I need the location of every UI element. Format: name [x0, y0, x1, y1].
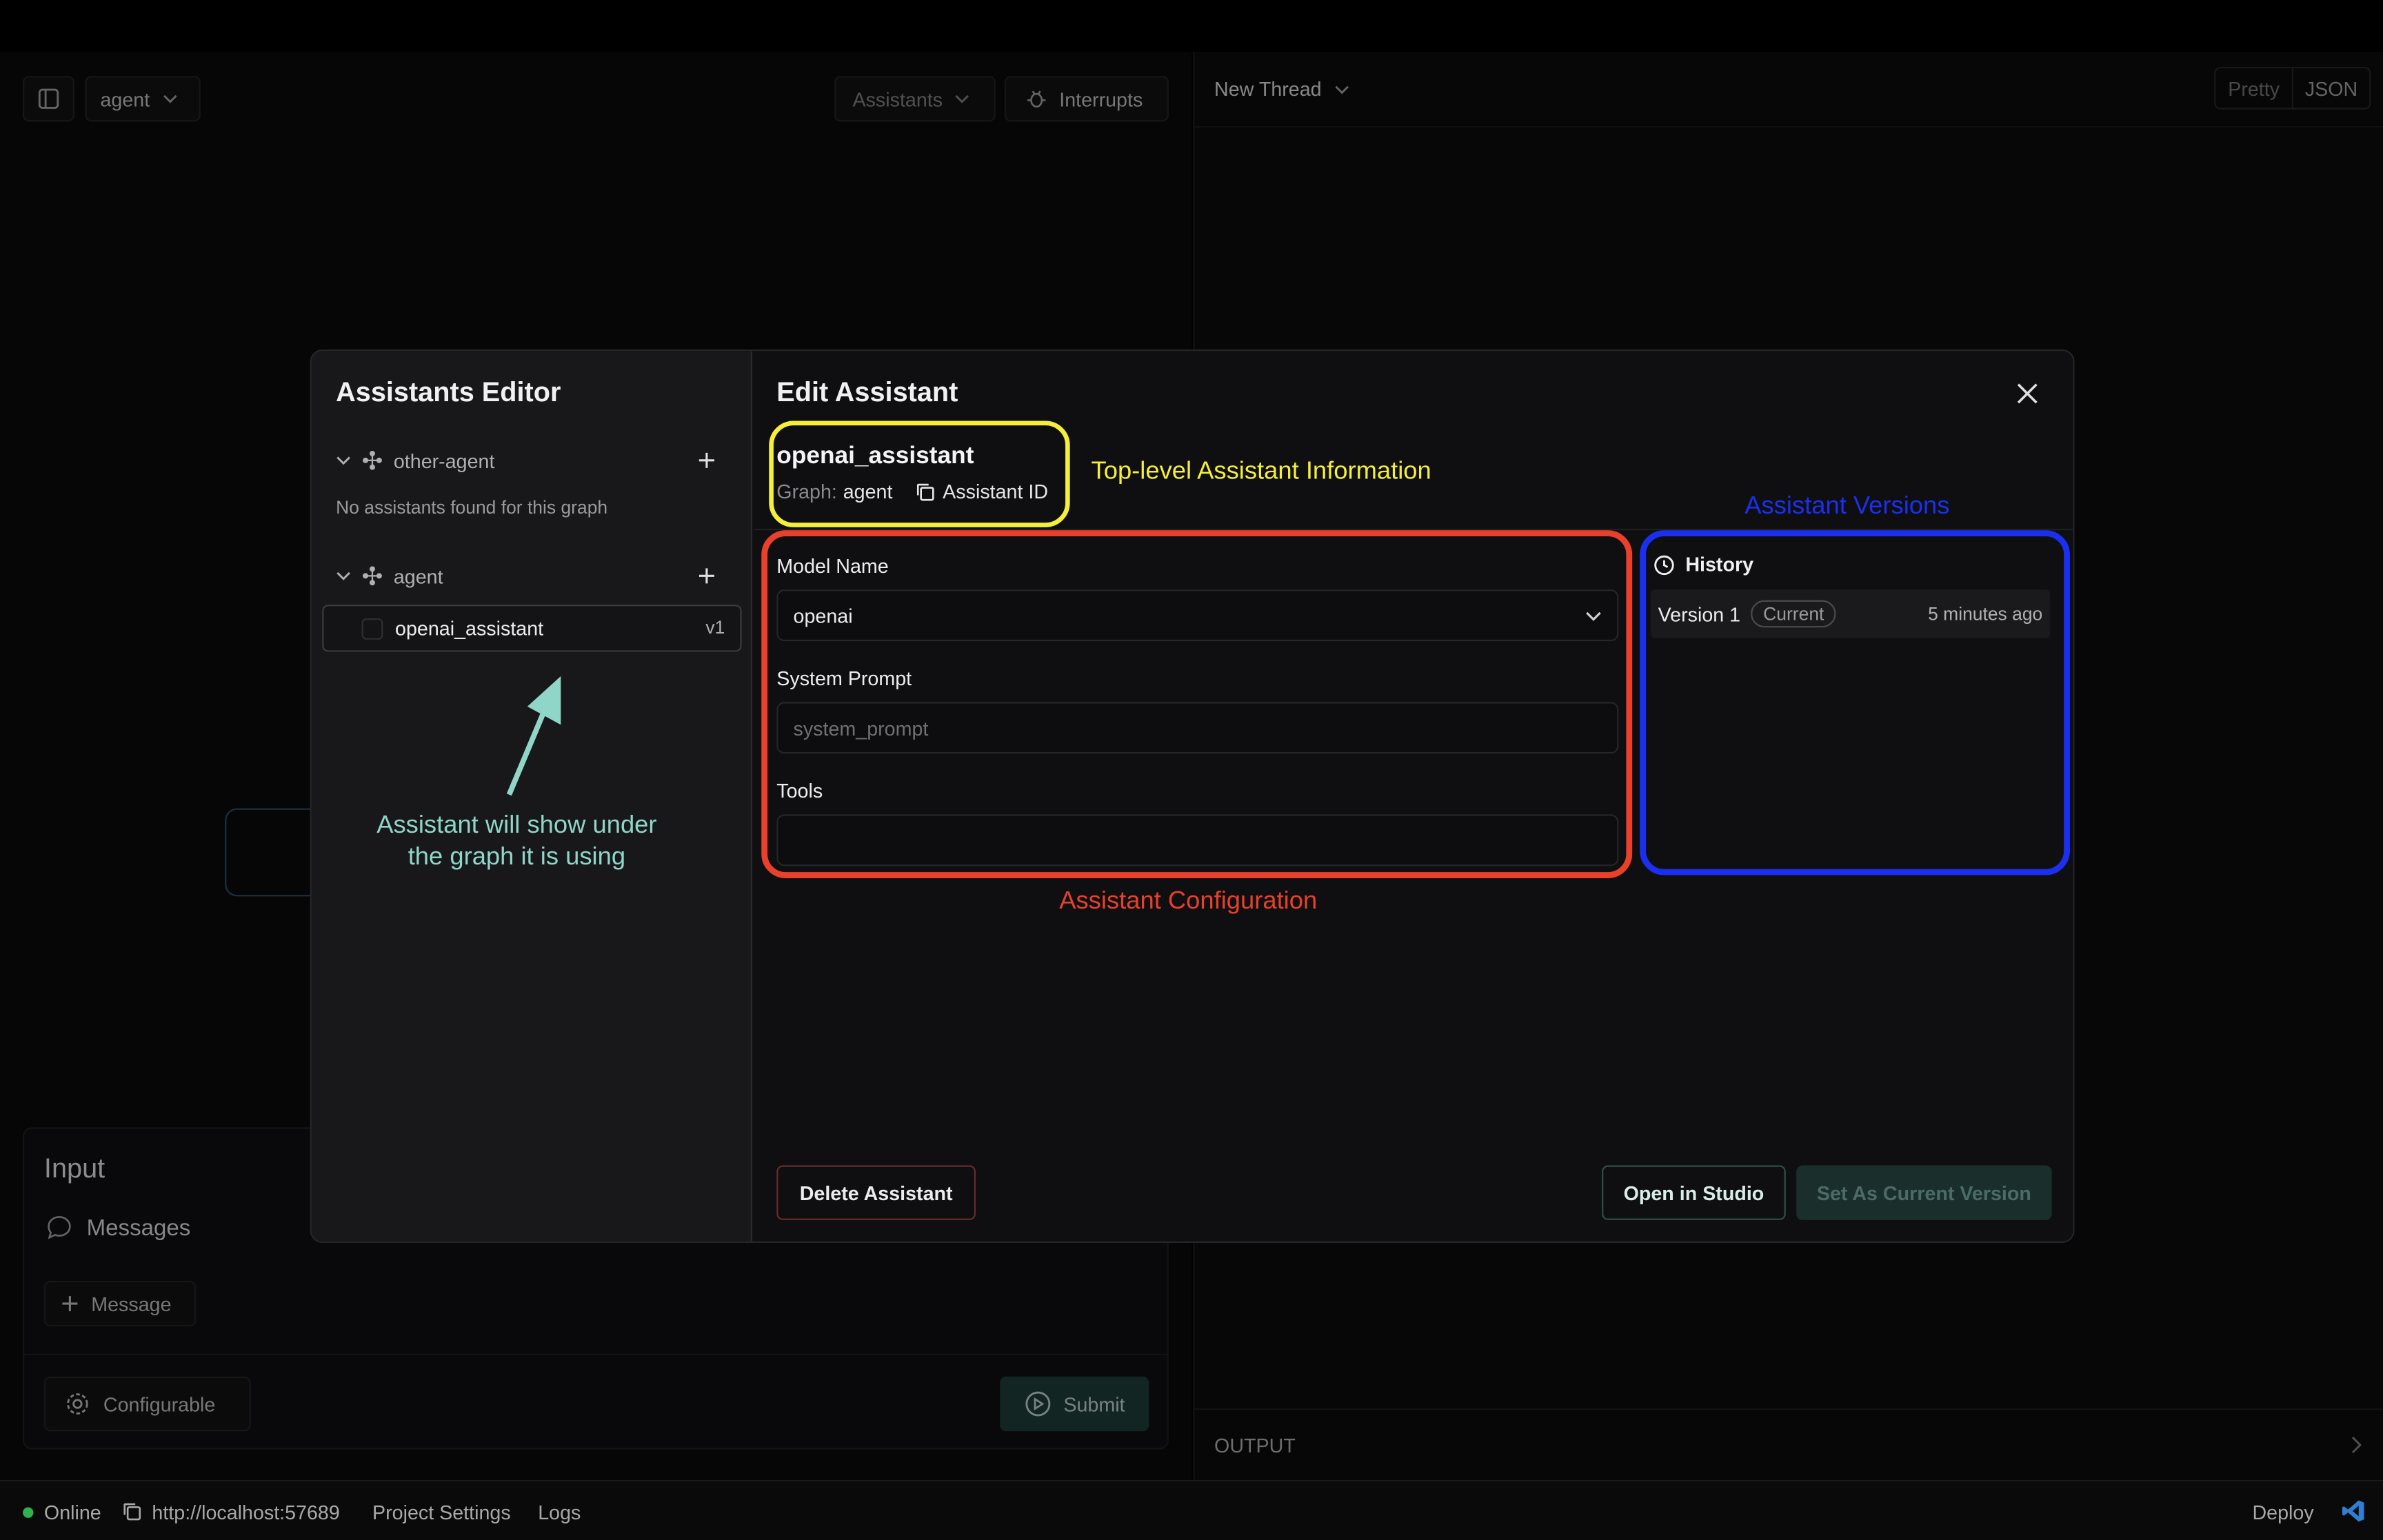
graph-group-name: agent [393, 564, 443, 587]
server-url[interactable]: http://localhost:57689 [152, 1501, 339, 1524]
annotation-box-versions [1640, 530, 2070, 875]
assistant-item-name: openai_assistant [395, 616, 544, 640]
online-status: Online [43, 1501, 101, 1524]
assistants-editor-title: Assistants Editor [336, 376, 561, 407]
project-settings-link[interactable]: Project Settings [372, 1501, 511, 1524]
online-dot [23, 1507, 34, 1518]
graph-nodes-icon [362, 565, 383, 587]
chevron-down-icon [336, 568, 351, 583]
add-assistant-icon[interactable] [698, 567, 716, 585]
assistants-editor-modal: Assistants Editor other-agent No assista… [310, 349, 2075, 1243]
edit-assistant-title: Edit Assistant [776, 376, 958, 407]
annotation-graph-hint-line: the graph it is using [408, 843, 626, 871]
deploy-link[interactable]: Deploy [2252, 1501, 2313, 1524]
assistant-list-item[interactable]: openai_assistant v1 [322, 605, 742, 652]
app-window: agent Assistants Interrupts Input Messag… [0, 0, 2383, 1540]
assistant-item-version: v1 [705, 616, 725, 638]
no-assistants-text: No assistants found for this graph [336, 496, 608, 518]
chevron-down-icon [336, 453, 351, 468]
graph-nodes-icon [362, 449, 383, 471]
graph-group-name: other-agent [393, 449, 495, 472]
top-black-bar [0, 0, 2383, 52]
annotation-label-versions: Assistant Versions [1744, 492, 1950, 520]
annotation-box-configuration [761, 530, 1633, 878]
annotation-label-top-level: Top-level Assistant Information [1091, 457, 1431, 485]
delete-assistant-button[interactable]: Delete Assistant [776, 1165, 976, 1220]
close-icon[interactable] [2017, 383, 2038, 404]
assistants-editor-sidebar: Assistants Editor other-agent No assista… [311, 351, 753, 1242]
add-assistant-icon[interactable] [698, 452, 716, 469]
status-bar: Online http://localhost:57689 Project Se… [0, 1479, 2383, 1540]
annotation-graph-hint: Assistant will show under the graph it i… [312, 810, 722, 874]
edit-assistant-panel: Edit Assistant openai_assistant Graph: a… [754, 351, 2073, 1242]
logs-link[interactable]: Logs [538, 1501, 581, 1524]
assistant-checkbox[interactable] [361, 618, 383, 640]
vscode-icon[interactable] [2340, 1498, 2366, 1523]
set-current-version-button[interactable]: Set As Current Version [1796, 1165, 2052, 1220]
annotation-box-top-level [769, 421, 1070, 527]
copy-icon[interactable] [123, 1503, 141, 1521]
graph-group-agent[interactable]: agent [336, 563, 728, 590]
graph-group-other-agent[interactable]: other-agent [336, 447, 728, 474]
annotation-graph-hint-line: Assistant will show under [376, 811, 657, 839]
annotation-arrow [506, 676, 561, 796]
annotation-label-configuration: Assistant Configuration [1059, 887, 1318, 915]
open-in-studio-button[interactable]: Open in Studio [1602, 1165, 1786, 1220]
